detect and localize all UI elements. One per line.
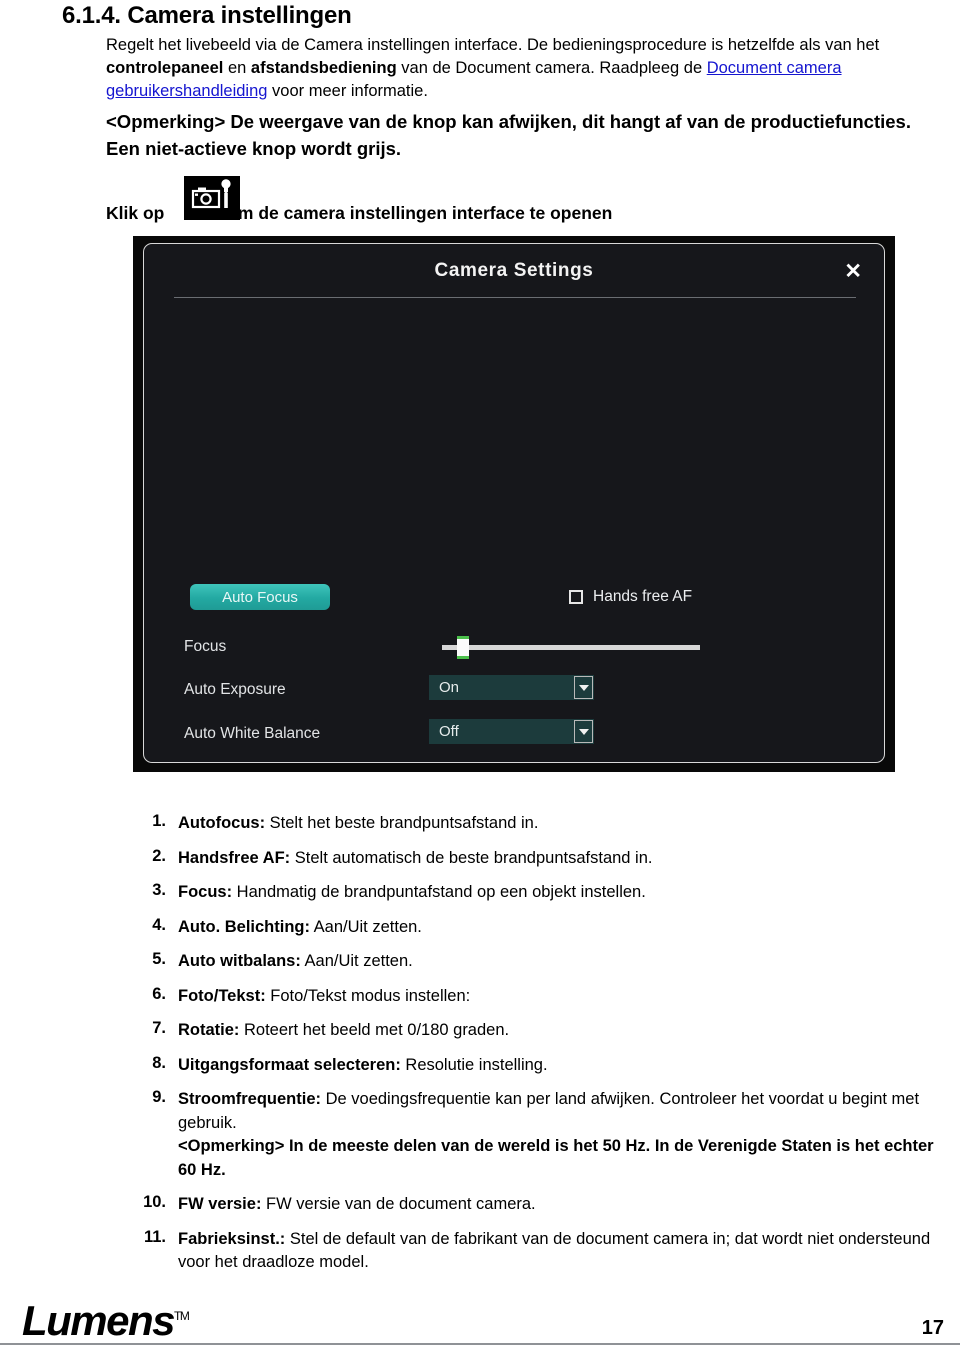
klik-op-suffix: om de camera instellingen interface te o… bbox=[227, 202, 613, 223]
list-item-body: Handsfree AF: Stelt automatisch de beste… bbox=[178, 847, 952, 871]
document-page: 6.1.4. Camera instellingen Regelt het li… bbox=[0, 0, 960, 1354]
intro-bold-controlepaneel: controlepaneel bbox=[106, 59, 224, 77]
camera-settings-icon bbox=[184, 176, 240, 220]
list-item-number: 8. bbox=[152, 1053, 166, 1072]
focus-slider-thumb[interactable] bbox=[456, 636, 469, 659]
list-item-text: Foto/Tekst modus instellen: bbox=[265, 986, 471, 1005]
camera-settings-dialog: Camera Settings ✕ Auto Focus Hands free … bbox=[133, 236, 895, 772]
lumens-logo: LumensTM bbox=[22, 1297, 190, 1344]
list-item-body: Auto. Belichting: Aan/Uit zetten. bbox=[178, 916, 952, 940]
auto-exposure-dropdown[interactable]: On bbox=[429, 675, 594, 700]
list-item-text: Aan/Uit zetten. bbox=[309, 917, 422, 936]
klik-op-row: Klik op om de camera instellingen interf… bbox=[106, 202, 612, 224]
list-item-term: Stroomfrequentie: bbox=[178, 1090, 322, 1108]
list-item-body: Rotatie: Roteert het beeld met 0/180 gra… bbox=[178, 1019, 952, 1043]
list-item-term: FW versie: bbox=[178, 1195, 262, 1213]
list-item: 3. Focus: Handmatig de brandpuntafstand … bbox=[140, 881, 952, 905]
auto-white-balance-label: Auto White Balance bbox=[184, 725, 321, 742]
hands-free-af-checkbox[interactable]: Hands free AF bbox=[569, 584, 692, 610]
page-number: 17 bbox=[921, 1317, 944, 1339]
list-item: 4. Auto. Belichting: Aan/Uit zetten. bbox=[140, 916, 952, 940]
hands-free-af-label: Hands free AF bbox=[593, 588, 693, 605]
list-item-text: Roteert het beeld met 0/180 graden. bbox=[239, 1021, 510, 1039]
list-item-number: 7. bbox=[152, 1019, 166, 1037]
list-item-text: Handmatig de brandpuntafstand op een obj… bbox=[232, 883, 646, 901]
list-item-term: Fabrieksinst.: bbox=[178, 1229, 286, 1248]
intro-text-3: van de Document camera. Raadpleeg de bbox=[396, 59, 707, 77]
auto-white-balance-value: Off bbox=[439, 723, 459, 740]
list-item-body: Autofocus: Stelt het beste brandpuntsafs… bbox=[178, 812, 952, 836]
list-item-number: 5. bbox=[152, 950, 166, 968]
list-item-number: 4. bbox=[152, 915, 166, 934]
list-item: 8. Uitgangsformaat selecteren: Resolutie… bbox=[140, 1054, 952, 1078]
checkbox-box-icon[interactable] bbox=[569, 590, 583, 604]
list-item: 1. Autofocus: Stelt het beste brandpunts… bbox=[140, 812, 952, 836]
intro-text-2: en bbox=[223, 59, 251, 77]
list-item-text: Stel de default van de fabrikant van de … bbox=[178, 1229, 931, 1272]
dialog-frame: Camera Settings ✕ Auto Focus Hands free … bbox=[143, 243, 885, 763]
list-item-term: Auto witbalans: bbox=[178, 952, 301, 970]
list-item-term: Foto/Tekst: bbox=[178, 986, 266, 1005]
list-item-body: Uitgangsformaat selecteren: Resolutie in… bbox=[178, 1054, 952, 1078]
focus-slider[interactable] bbox=[442, 636, 700, 659]
list-item-term: Focus: bbox=[178, 883, 233, 901]
chevron-down-icon[interactable] bbox=[574, 720, 593, 743]
list-item-term: Rotatie: bbox=[178, 1021, 240, 1039]
list-item-number: 3. bbox=[152, 881, 166, 899]
list-item-term: Autofocus: bbox=[178, 814, 266, 832]
auto-focus-button[interactable]: Auto Focus bbox=[190, 584, 330, 610]
trademark-symbol: TM bbox=[174, 1309, 190, 1323]
list-item-text: FW versie van de document camera. bbox=[261, 1195, 536, 1213]
logo-text: Lumens bbox=[22, 1297, 176, 1344]
list-item: 6. Foto/Tekst: Foto/Tekst modus instelle… bbox=[140, 985, 952, 1009]
intro-text-4: voor meer informatie. bbox=[267, 82, 428, 100]
list-item-body: Stroomfrequentie: De voedingsfrequentie … bbox=[178, 1088, 952, 1182]
focus-label: Focus bbox=[184, 638, 227, 655]
list-item: 5. Auto witbalans: Aan/Uit zetten. bbox=[140, 950, 952, 974]
klik-op-prefix: Klik op bbox=[106, 202, 165, 223]
list-item-text: Aan/Uit zetten. bbox=[300, 952, 413, 970]
list-item-text: Stelt automatisch de beste brandpuntsafs… bbox=[290, 848, 653, 867]
list-item-body: FW versie: FW versie van de document cam… bbox=[178, 1193, 952, 1217]
intro-paragraph: Regelt het livebeeld via de Camera inste… bbox=[106, 34, 951, 103]
list-item: 9. Stroomfrequentie: De voedingsfrequent… bbox=[140, 1088, 952, 1182]
list-item-number: 2. bbox=[152, 846, 166, 865]
list-item-body: Auto witbalans: Aan/Uit zetten. bbox=[178, 950, 952, 974]
list-item: 10. FW versie: FW versie van de document… bbox=[140, 1193, 952, 1217]
list-item-term: Auto. Belichting: bbox=[178, 917, 310, 936]
photo-text-dropdown[interactable]: Photo bbox=[429, 762, 594, 763]
list-item-number: 11. bbox=[143, 1227, 166, 1246]
list-item-term: Handsfree AF: bbox=[178, 848, 291, 867]
list-item-term: Uitgangsformaat selecteren: bbox=[178, 1055, 401, 1074]
list-item-note: <Opmerking> In de meeste delen van de we… bbox=[178, 1137, 934, 1179]
chevron-down-icon[interactable] bbox=[574, 676, 593, 699]
list-item-text: Resolutie instelling. bbox=[400, 1055, 548, 1074]
note-paragraph: <Opmerking> De weergave van de knop kan … bbox=[106, 111, 911, 159]
list-item-number: 1. bbox=[152, 812, 166, 830]
auto-exposure-label: Auto Exposure bbox=[184, 681, 286, 698]
list-item-body: Fabrieksinst.: Stel de default van de fa… bbox=[178, 1228, 952, 1275]
list-item: 7. Rotatie: Roteert het beeld met 0/180 … bbox=[140, 1019, 952, 1043]
list-item-body: Foto/Tekst: Foto/Tekst modus instellen: bbox=[178, 985, 952, 1009]
auto-exposure-value: On bbox=[439, 679, 460, 696]
feature-list: 1. Autofocus: Stelt het beste brandpunts… bbox=[140, 812, 952, 1286]
list-item-body: Focus: Handmatig de brandpuntafstand op … bbox=[178, 881, 952, 905]
list-item: 2. Handsfree AF: Stelt automatisch de be… bbox=[140, 847, 952, 871]
list-item-number: 9. bbox=[152, 1088, 166, 1106]
dialog-divider bbox=[174, 297, 856, 298]
intro-bold-afstandsbediening: afstandsbediening bbox=[250, 59, 397, 77]
close-icon[interactable]: ✕ bbox=[844, 261, 862, 282]
page-title: 6.1.4. Camera instellingen bbox=[62, 2, 352, 29]
list-item-text: Stelt het beste brandpuntsafstand in. bbox=[265, 814, 539, 832]
list-item: 11. Fabrieksinst.: Stel de default van d… bbox=[140, 1228, 952, 1275]
list-item-number: 10. bbox=[143, 1193, 166, 1211]
dialog-title: Camera Settings bbox=[434, 260, 594, 281]
auto-white-balance-dropdown[interactable]: Off bbox=[429, 719, 594, 744]
intro-text-1: Regelt het livebeeld via de Camera inste… bbox=[106, 36, 880, 54]
list-item-number: 6. bbox=[152, 984, 166, 1003]
